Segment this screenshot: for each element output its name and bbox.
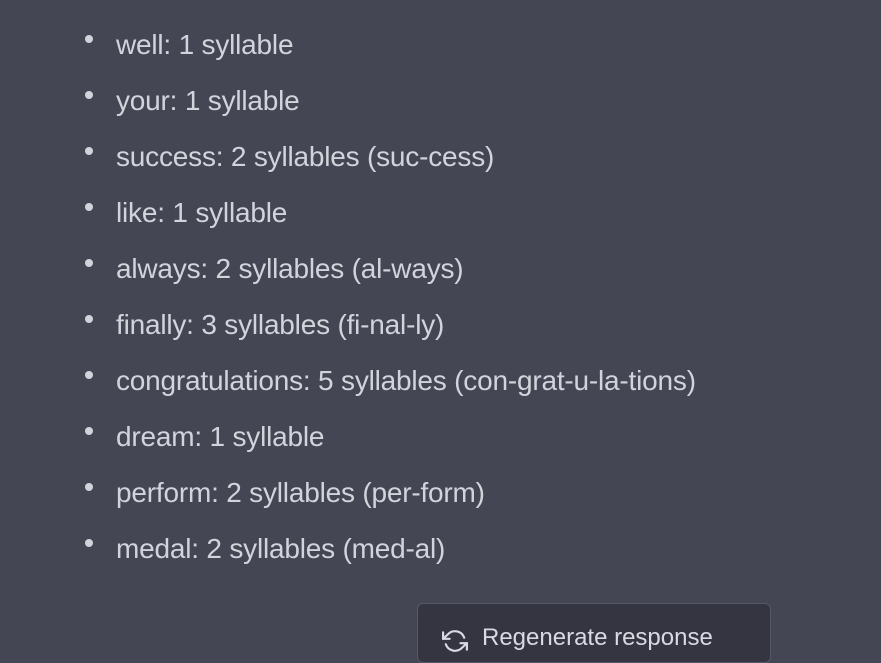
list-item: finally: 3 syllables (fi-nal-ly) bbox=[0, 300, 696, 356]
bullet-icon bbox=[85, 259, 93, 267]
refresh-icon bbox=[442, 630, 468, 652]
bullet-icon bbox=[85, 147, 93, 155]
regenerate-label: Regenerate response bbox=[482, 624, 713, 651]
regenerate-response-button[interactable]: Regenerate response bbox=[417, 603, 771, 663]
bullet-icon bbox=[85, 203, 93, 211]
list-item-text: your: 1 syllable bbox=[116, 85, 300, 116]
list-item-text: always: 2 syllables (al-ways) bbox=[116, 253, 464, 284]
list-item-text: dream: 1 syllable bbox=[116, 421, 325, 452]
list-item-text: perform: 2 syllables (per-form) bbox=[116, 477, 485, 508]
list-item: dream: 1 syllable bbox=[0, 412, 696, 468]
list-item: like: 1 syllable bbox=[0, 188, 696, 244]
bullet-icon bbox=[85, 539, 93, 547]
list-item: medal: 2 syllables (med-al) bbox=[0, 524, 696, 580]
list-item-text: finally: 3 syllables (fi-nal-ly) bbox=[116, 309, 445, 340]
list-item-text: like: 1 syllable bbox=[116, 197, 288, 228]
bullet-icon bbox=[85, 427, 93, 435]
bullet-icon bbox=[85, 315, 93, 323]
list-item: congratulations: 5 syllables (con-grat-u… bbox=[0, 356, 696, 412]
list-item-text: well: 1 syllable bbox=[116, 29, 294, 60]
bullet-icon bbox=[85, 483, 93, 491]
list-item: your: 1 syllable bbox=[0, 76, 696, 132]
bullet-icon bbox=[85, 371, 93, 379]
list-item: success: 2 syllables (suc-cess) bbox=[0, 132, 696, 188]
syllable-list: well: 1 syllable your: 1 syllable success:… bbox=[0, 20, 696, 580]
list-item-text: medal: 2 syllables (med-al) bbox=[116, 533, 446, 564]
list-item: perform: 2 syllables (per-form) bbox=[0, 468, 696, 524]
bullet-icon bbox=[85, 91, 93, 99]
bullet-icon bbox=[85, 35, 93, 43]
list-item-text: success: 2 syllables (suc-cess) bbox=[116, 141, 495, 172]
list-item: always: 2 syllables (al-ways) bbox=[0, 244, 696, 300]
list-item: well: 1 syllable bbox=[0, 20, 696, 76]
list-item-text: congratulations: 5 syllables (con-grat-u… bbox=[116, 365, 696, 396]
